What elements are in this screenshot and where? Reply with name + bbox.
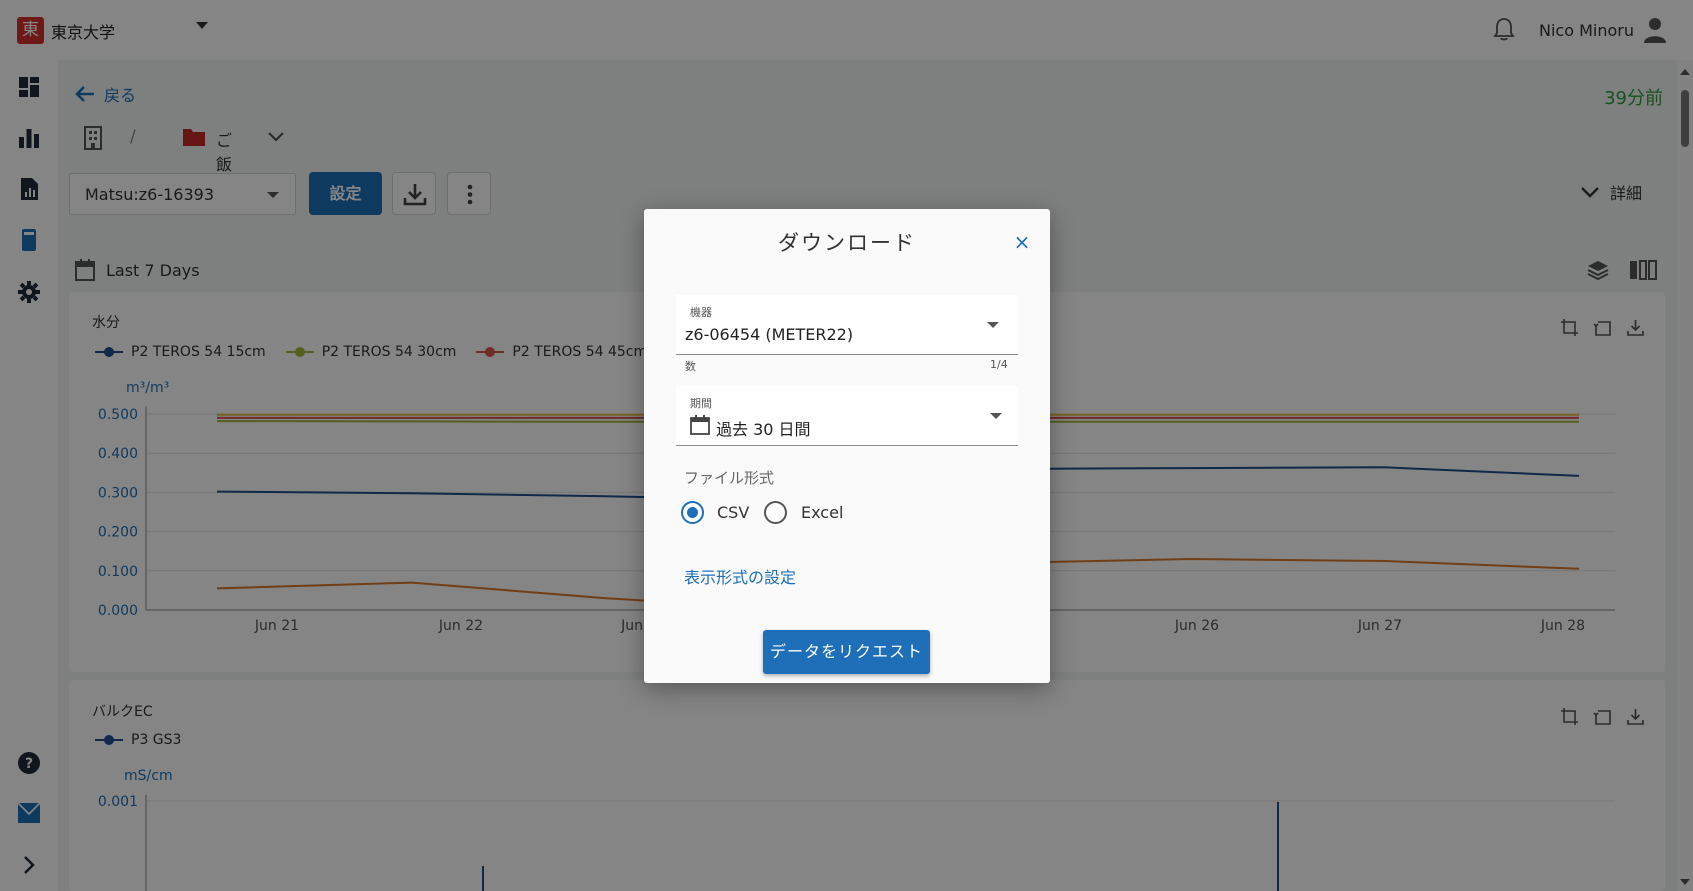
dropdown-arrow-icon	[987, 322, 999, 328]
format-excel-label[interactable]: Excel	[801, 503, 843, 522]
period-field-label: 期間	[690, 397, 712, 410]
dialog-title: ダウンロード	[778, 231, 916, 255]
calendar-icon	[690, 415, 710, 435]
device-field-label: 機器	[690, 306, 712, 319]
download-dialog: ダウンロード × 機器 z6-06454 (METER22) 数 1/4 期間 …	[644, 209, 1050, 683]
period-field-value: 過去 30 日間	[716, 420, 811, 439]
device-field-value: z6-06454 (METER22)	[685, 325, 854, 344]
format-csv-radio[interactable]	[681, 501, 704, 524]
dropdown-arrow-icon	[990, 413, 1002, 419]
period-field[interactable]: 期間 過去 30 日間	[676, 386, 1018, 446]
format-excel-radio[interactable]	[764, 501, 787, 524]
device-hint: 数	[685, 360, 696, 373]
format-csv-label[interactable]: CSV	[717, 503, 749, 522]
display-settings-link[interactable]: 表示形式の設定	[684, 564, 796, 588]
device-field[interactable]: 機器 z6-06454 (METER22)	[676, 295, 1018, 355]
request-data-button[interactable]: データをリクエスト	[763, 630, 930, 674]
close-icon[interactable]: ×	[1011, 231, 1033, 253]
device-count: 1/4	[990, 358, 1008, 371]
format-label: ファイル形式	[684, 469, 775, 487]
